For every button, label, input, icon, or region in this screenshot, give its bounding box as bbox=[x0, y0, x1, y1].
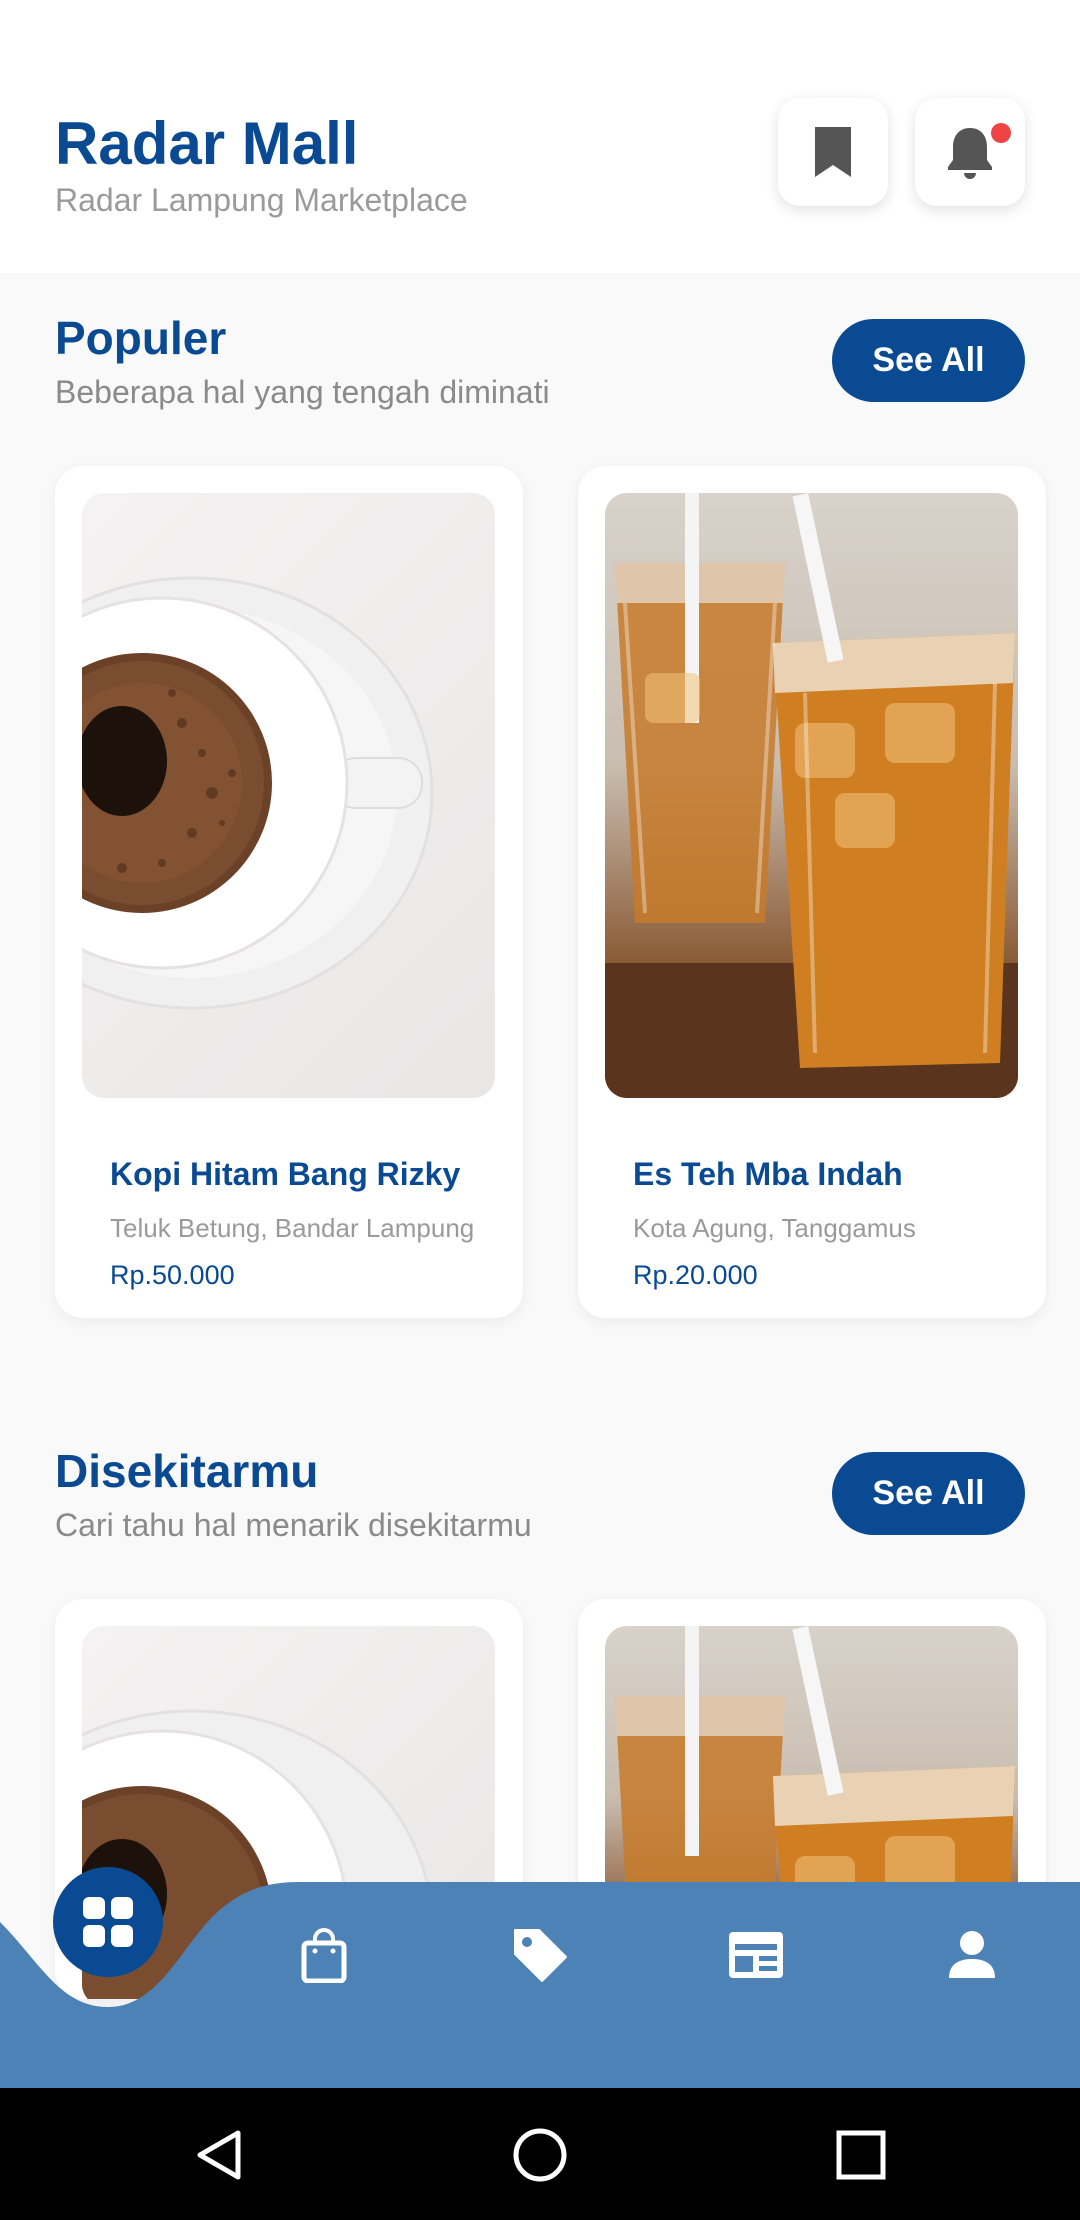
notification-badge bbox=[991, 123, 1011, 143]
app-subtitle: Radar Lampung Marketplace bbox=[55, 182, 468, 218]
bookmark-button[interactable] bbox=[778, 98, 888, 206]
home-circle-icon bbox=[513, 2128, 567, 2182]
notification-button[interactable] bbox=[915, 98, 1025, 206]
newspaper-icon bbox=[729, 1932, 783, 1978]
tag-icon bbox=[514, 1929, 567, 1982]
section-title-populer: Populer bbox=[55, 312, 227, 364]
bell-icon bbox=[948, 128, 992, 179]
system-recents-button[interactable] bbox=[826, 2120, 896, 2190]
product-image-iced-tea bbox=[605, 493, 1018, 1098]
product-card[interactable]: Kopi Hitam Bang Rizky Teluk Betung, Band… bbox=[55, 466, 523, 1318]
product-location: Kota Agung, Tanggamus bbox=[633, 1213, 916, 1243]
product-card[interactable]: Es Teh Mba Indah Kota Agung, Tanggamus R… bbox=[578, 466, 1046, 1318]
product-price: Rp.50.000 bbox=[110, 1260, 235, 1290]
nav-profile-button[interactable] bbox=[937, 1920, 1007, 1990]
nav-shop-button[interactable] bbox=[289, 1920, 359, 1990]
back-triangle-icon bbox=[197, 2130, 241, 2180]
nav-promo-button[interactable] bbox=[505, 1920, 575, 1990]
see-all-disekitarmu-button[interactable]: See All bbox=[832, 1452, 1025, 1535]
app-title: Radar Mall bbox=[55, 110, 359, 177]
user-icon bbox=[949, 1931, 995, 1978]
system-home-button[interactable] bbox=[505, 2120, 575, 2190]
nav-news-button[interactable] bbox=[721, 1920, 791, 1990]
app-header: Radar Mall Radar Lampung Marketplace bbox=[0, 0, 1080, 273]
section-subtitle-disekitarmu: Cari tahu hal menarik disekitarmu bbox=[55, 1507, 532, 1543]
recents-square-icon bbox=[836, 2130, 886, 2180]
product-location: Teluk Betung, Bandar Lampung bbox=[110, 1213, 475, 1243]
nav-home-button[interactable] bbox=[53, 1867, 163, 1977]
bookmark-icon bbox=[815, 127, 851, 177]
product-name: Kopi Hitam Bang Rizky bbox=[110, 1156, 461, 1192]
section-title-disekitarmu: Disekitarmu bbox=[55, 1445, 319, 1497]
product-name: Es Teh Mba Indah bbox=[633, 1156, 903, 1192]
home-grid-icon bbox=[83, 1897, 133, 1947]
system-back-button[interactable] bbox=[185, 2120, 255, 2190]
see-all-populer-button[interactable]: See All bbox=[832, 319, 1025, 402]
product-image-coffee bbox=[82, 493, 495, 1098]
product-price: Rp.20.000 bbox=[633, 1260, 758, 1290]
section-subtitle-populer: Beberapa hal yang tengah diminati bbox=[55, 374, 550, 410]
shopping-bag-icon bbox=[301, 1928, 347, 1983]
